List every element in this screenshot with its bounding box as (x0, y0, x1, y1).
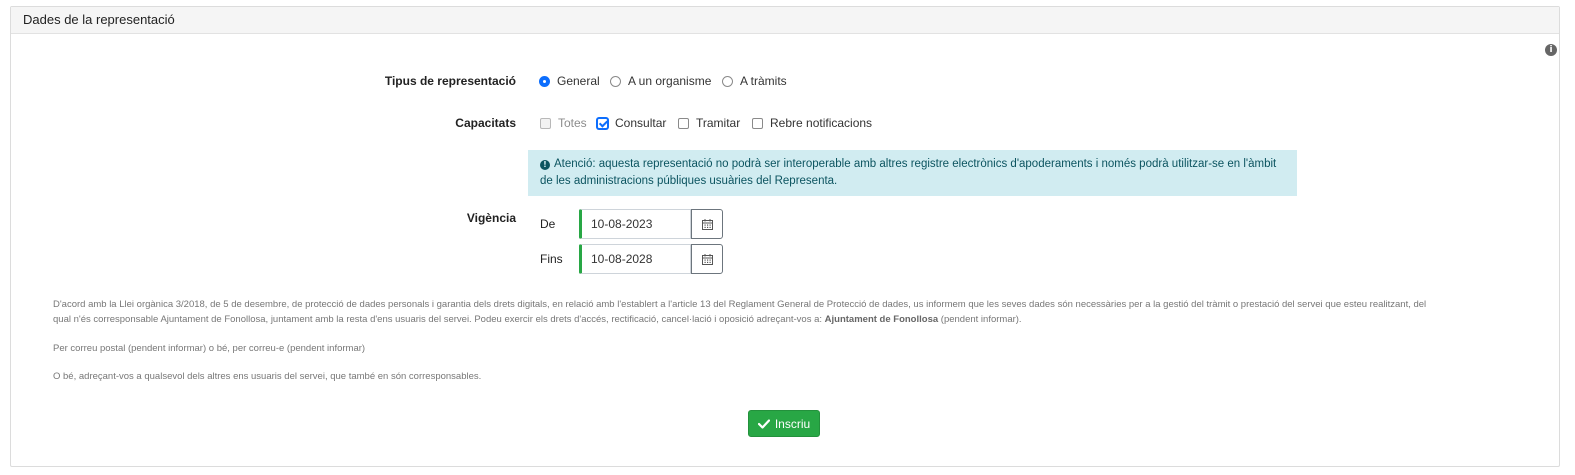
radio-organisme[interactable]: A un organisme (610, 74, 711, 88)
tipus-label: Tipus de representació (384, 74, 516, 88)
radio-tramits-control[interactable] (722, 75, 733, 87)
legal-p1-b: qual n'és corresponsable Ajuntament de F… (53, 314, 825, 325)
alert-text-1: Atenció: aquesta representació no podrà … (554, 158, 1277, 170)
alert-text-2: de les administracions públiques usuàrie… (540, 175, 838, 187)
legal-paragraph-1: D'acord amb la Llei orgànica 3/2018, de … (53, 297, 1523, 327)
calendar-icon (701, 253, 713, 265)
radio-organisme-control[interactable] (610, 75, 621, 87)
checkbox-rebre-notificacions-control[interactable] (752, 117, 763, 129)
capacitats-label: Capacitats (455, 116, 516, 130)
date-to-input[interactable]: 10-08-2028 (579, 244, 691, 274)
date-to-calendar-button[interactable] (691, 244, 723, 274)
checkbox-tramitar[interactable]: Tramitar (678, 116, 740, 130)
radio-general-control[interactable] (539, 75, 550, 87)
date-from-input[interactable]: 10-08-2023 (579, 209, 691, 239)
checkbox-rebre-notificacions-label: Rebre notificacions (770, 116, 873, 130)
date-from-group: 10-08-2023 (579, 209, 723, 239)
exclamation-circle-icon: ! (540, 160, 550, 170)
checkbox-tramitar-label: Tramitar (696, 116, 741, 130)
checkbox-tramitar-control[interactable] (678, 117, 689, 129)
radio-tramits[interactable]: A tràmits (722, 74, 787, 88)
info-icon[interactable]: i (1545, 44, 1557, 56)
radio-tramits-label: A tràmits (740, 74, 787, 88)
legal-p1-c: (pendent informar). (938, 314, 1022, 325)
inscriu-button[interactable]: Inscriu (748, 410, 820, 437)
alert-line-1: ! Atenció: aquesta representació no podrà… (540, 156, 1285, 173)
info-alert: ! Atenció: aquesta representació no podrà… (528, 150, 1297, 196)
date-to-label: Fins (540, 252, 563, 266)
panel-title: Dades de la representació (11, 7, 1559, 34)
checkbox-totes: Totes (540, 116, 587, 130)
radio-general-label: General (557, 74, 600, 88)
check-icon (757, 418, 770, 429)
radio-organisme-label: A un organisme (628, 74, 712, 88)
legal-paragraph-2: Per correu postal (pendent informar) o b… (53, 343, 366, 354)
vigencia-label: Vigència (466, 211, 516, 225)
date-to-group: 10-08-2028 (579, 244, 723, 274)
checkbox-consultar-control[interactable] (597, 117, 608, 129)
checkbox-totes-label: Totes (558, 116, 587, 130)
checkbox-totes-control (540, 117, 551, 129)
checkbox-rebre-notificacions[interactable]: Rebre notificacions (752, 116, 872, 130)
date-from-calendar-button[interactable] (691, 209, 723, 239)
inscriu-label: Inscriu (774, 416, 811, 431)
legal-p1-bold: Ajuntament de Fonollosa (824, 314, 939, 325)
calendar-icon (701, 218, 713, 230)
legal-paragraph-3: O bé, adreçant-vos a qualsevol dels altr… (53, 371, 482, 382)
radio-general[interactable]: General (539, 74, 600, 88)
legal-p1-a: D'acord amb la Llei orgànica 3/2018, de … (53, 299, 1427, 310)
checkbox-consultar-label: Consultar (615, 116, 667, 130)
checkbox-consultar[interactable]: Consultar (597, 116, 666, 130)
date-from-label: De (540, 217, 556, 231)
